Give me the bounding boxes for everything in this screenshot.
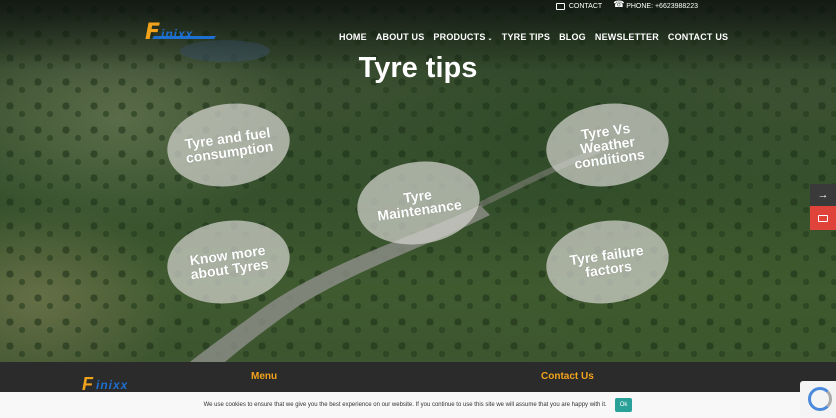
topbar-phone-link[interactable]: PHONE: +6623988223 (613, 0, 698, 10)
chevron-down-icon: ⌄ (487, 36, 493, 42)
phone-icon (613, 0, 624, 10)
nav-tyre-tips[interactable]: TYRE TIPS (502, 32, 550, 42)
cookie-ok-button[interactable]: Ok (614, 398, 633, 412)
cookie-message: We use cookies to ensure that we give yo… (203, 402, 607, 408)
topbar-phone-label: PHONE: +6623988223 (626, 2, 698, 10)
topbar-contact-link[interactable]: CONTACT (555, 2, 603, 10)
nav-products[interactable]: PRODUCTS ⌄ (433, 32, 492, 42)
nav-about-us[interactable]: ABOUT US (376, 32, 425, 42)
envelope-icon (818, 214, 828, 222)
main-nav: HOME ABOUT US PRODUCTS ⌄ TYRE TIPS BLOG N… (339, 32, 728, 42)
logo-swoosh (152, 36, 216, 39)
topbar-contact-label: CONTACT (568, 2, 603, 10)
nav-newsletter[interactable]: NEWSLETTER (595, 32, 659, 42)
nav-blog[interactable]: BLOG (559, 32, 586, 42)
footer-contact-title: Contact Us (541, 371, 594, 382)
side-mail-button[interactable] (810, 206, 836, 230)
envelope-icon (555, 2, 565, 10)
topbar: CONTACT PHONE: +6623988223 (555, 0, 698, 10)
footer-menu-title: Menu (251, 371, 278, 382)
cookie-banner: We use cookies to ensure that we give yo… (0, 392, 836, 418)
nav-products-label: PRODUCTS (433, 32, 486, 42)
nav-home[interactable]: HOME (339, 32, 367, 42)
footer-logo[interactable]: F inixx (82, 374, 192, 394)
nav-contact-us[interactable]: CONTACT US (668, 32, 728, 42)
page-title: Tyre tips (358, 52, 478, 84)
logo-initial: F (145, 20, 161, 45)
recaptcha-badge[interactable] (800, 381, 836, 418)
arrow-right-icon: → (817, 189, 829, 201)
side-arrow-button[interactable]: → (810, 184, 836, 206)
footer-logo-wordmark: inixx (96, 378, 129, 392)
site-logo[interactable]: F inixx (145, 22, 217, 44)
